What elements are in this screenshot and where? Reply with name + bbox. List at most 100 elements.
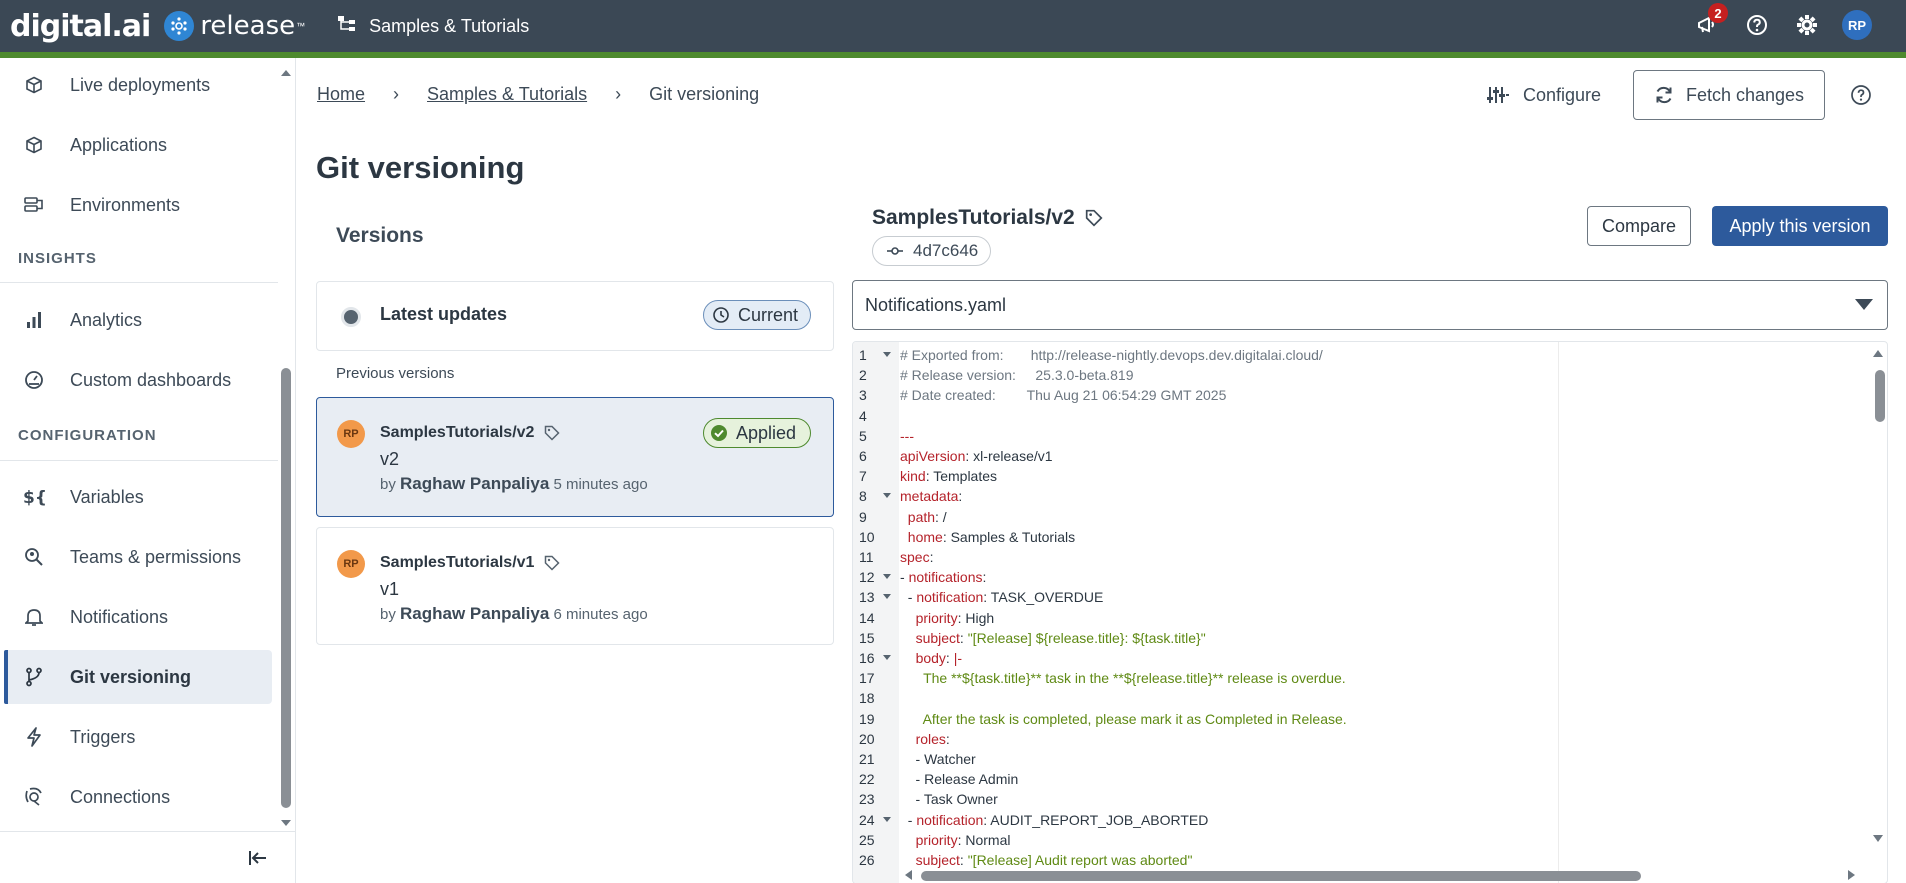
latest-updates-card[interactable]: Latest updates Current: [316, 281, 834, 351]
fold-toggle-icon[interactable]: [883, 574, 891, 580]
current-badge-label: Current: [738, 304, 799, 325]
code-editor[interactable]: 1 # Exported from: http://release-nightly…: [852, 341, 1888, 883]
code-token: # Date created: Thu Aug 21 06:54:29 GMT …: [900, 387, 1227, 404]
sidebar-item-teams-permissions[interactable]: Teams & permissions: [4, 530, 272, 584]
commit-icon: [887, 247, 903, 255]
chevron-right-icon: ›: [615, 84, 622, 104]
fold-toggle-icon[interactable]: [883, 594, 891, 600]
version-author-line: by Raghaw Panpaliya 6 minutes ago: [380, 604, 648, 624]
code-token: :: [958, 488, 963, 505]
sidebar-item-analytics[interactable]: Analytics: [4, 293, 272, 347]
code-line: 7 kind: Templates: [853, 466, 1873, 486]
sidebar-item-custom-dashboards[interactable]: Custom dashboards: [4, 353, 272, 407]
code-line: 13 - notification: TASK_OVERDUE: [853, 587, 1873, 607]
help-icon: [1851, 85, 1871, 105]
editor-horizontal-scrollbar-thumb[interactable]: [921, 871, 1641, 881]
line-number: 18: [859, 690, 875, 707]
commit-hash: 4d7c646: [913, 241, 979, 260]
gear-icon: [1797, 15, 1817, 35]
selected-version-title: SamplesTutorials/v2: [872, 206, 1103, 230]
line-text: spec:: [900, 547, 933, 567]
editor-vertical-scrollbar-thumb[interactable]: [1875, 370, 1885, 422]
code-token: -: [900, 569, 909, 586]
file-select-dropdown[interactable]: Notifications.yaml: [852, 280, 1888, 330]
line-text: - Release Admin: [900, 769, 1019, 789]
sidebar-item-label: Applications: [70, 134, 168, 155]
code-token: : /: [935, 508, 947, 525]
digitalai-logo: digital.ai: [10, 8, 151, 44]
sidebar-item-live-deployments[interactable]: Live deployments: [4, 58, 272, 112]
compare-button[interactable]: Compare: [1587, 206, 1691, 246]
cube-icon: [22, 133, 46, 157]
code-token: - Task Owner: [900, 791, 998, 808]
breadcrumb-home-link[interactable]: Home: [317, 84, 365, 105]
notification-count-badge: 2: [1708, 3, 1728, 23]
by-label: by: [380, 606, 396, 623]
line-text: - notification: TASK_OVERDUE: [900, 587, 1104, 607]
team-search-icon: [22, 545, 46, 569]
configure-button[interactable]: Configure: [1487, 74, 1601, 116]
code-token: -: [900, 811, 917, 828]
scroll-left-arrow-icon[interactable]: [905, 870, 912, 880]
help-button[interactable]: [1742, 10, 1772, 40]
line-text: - notification: AUDIT_REPORT_JOB_ABORTED: [900, 810, 1209, 830]
trademark-mark: ™: [296, 21, 306, 31]
selected-version-name: SamplesTutorials/v2: [872, 206, 1075, 229]
code-token: :: [929, 549, 934, 565]
fetch-changes-button[interactable]: Fetch changes: [1633, 70, 1825, 120]
tag-icon: [1085, 209, 1103, 227]
sidebar-item-triggers[interactable]: Triggers: [4, 710, 272, 764]
sidebar-item-notifications[interactable]: Notifications: [4, 590, 272, 644]
code-token: spec: [900, 549, 930, 565]
sidebar-item-label: Triggers: [70, 726, 136, 747]
code-line: 11 spec:: [853, 547, 1873, 567]
scroll-up-arrow-icon[interactable]: [1873, 350, 1883, 357]
code-line: 20 roles:: [853, 729, 1873, 749]
sidebar-item-applications[interactable]: Applications: [4, 118, 272, 172]
current-badge: Current: [703, 300, 812, 330]
fetch-changes-label: Fetch changes: [1685, 84, 1805, 105]
sidebar-item-variables[interactable]: ${ Variables: [4, 470, 272, 524]
fold-toggle-icon[interactable]: [883, 493, 891, 499]
folder-switcher[interactable]: Samples & Tutorials: [337, 15, 529, 38]
code-token: # Release version: 25.3.0-beta.819: [900, 367, 1134, 384]
sidebar-item-environments[interactable]: Environments: [4, 178, 272, 232]
breadcrumb-folder-link[interactable]: Samples & Tutorials: [427, 84, 587, 105]
code-line: 16 body: |-: [853, 648, 1873, 668]
line-number: 23: [859, 791, 875, 808]
main-content: Home › Samples & Tutorials › Git version…: [297, 58, 1906, 883]
sidebar-scrollbar-thumb[interactable]: [281, 368, 291, 808]
fold-toggle-icon[interactable]: [883, 655, 891, 660]
code-line: 6 apiVersion: xl-release/v1: [853, 446, 1873, 466]
version-card[interactable]: RP SamplesTutorials/v2 v2 by Raghaw Panp…: [316, 397, 834, 517]
apply-version-button[interactable]: Apply this version: [1712, 206, 1888, 246]
page-help-button[interactable]: [1850, 84, 1872, 106]
fold-toggle-icon[interactable]: [883, 352, 891, 357]
release-product-name: release: [200, 11, 296, 41]
by-label: by: [380, 476, 396, 493]
line-text: # Exported from: http://release-nightly.…: [900, 345, 1323, 365]
avatar: RP: [337, 420, 365, 448]
brand[interactable]: digital.ai release ™: [10, 9, 305, 44]
sidebar-item-connections[interactable]: Connections: [4, 770, 272, 824]
line-number: 12: [859, 569, 875, 586]
user-avatar[interactable]: RP: [1842, 10, 1872, 40]
announcements-button[interactable]: 2: [1692, 3, 1728, 40]
scroll-right-arrow-icon[interactable]: [1848, 870, 1855, 880]
version-card[interactable]: RP SamplesTutorials/v1 v1 by Raghaw Panp…: [316, 527, 834, 645]
version-author: Raghaw Panpaliya: [400, 604, 550, 623]
settings-button[interactable]: [1792, 10, 1822, 40]
line-number: 13: [859, 589, 875, 606]
breadcrumb-current: Git versioning: [649, 84, 760, 104]
sidebar-item-git-versioning[interactable]: Git versioning: [4, 650, 272, 704]
line-number: 2: [859, 367, 867, 384]
line-text: priority: High: [900, 608, 995, 628]
scroll-down-arrow-icon[interactable]: [1873, 835, 1883, 842]
collapse-sidebar-button[interactable]: [246, 846, 270, 870]
page-title: Git versioning: [316, 150, 525, 185]
clock-icon: [713, 307, 729, 323]
fold-toggle-icon[interactable]: [883, 816, 891, 822]
folder-label: Samples & Tutorials: [369, 15, 530, 36]
